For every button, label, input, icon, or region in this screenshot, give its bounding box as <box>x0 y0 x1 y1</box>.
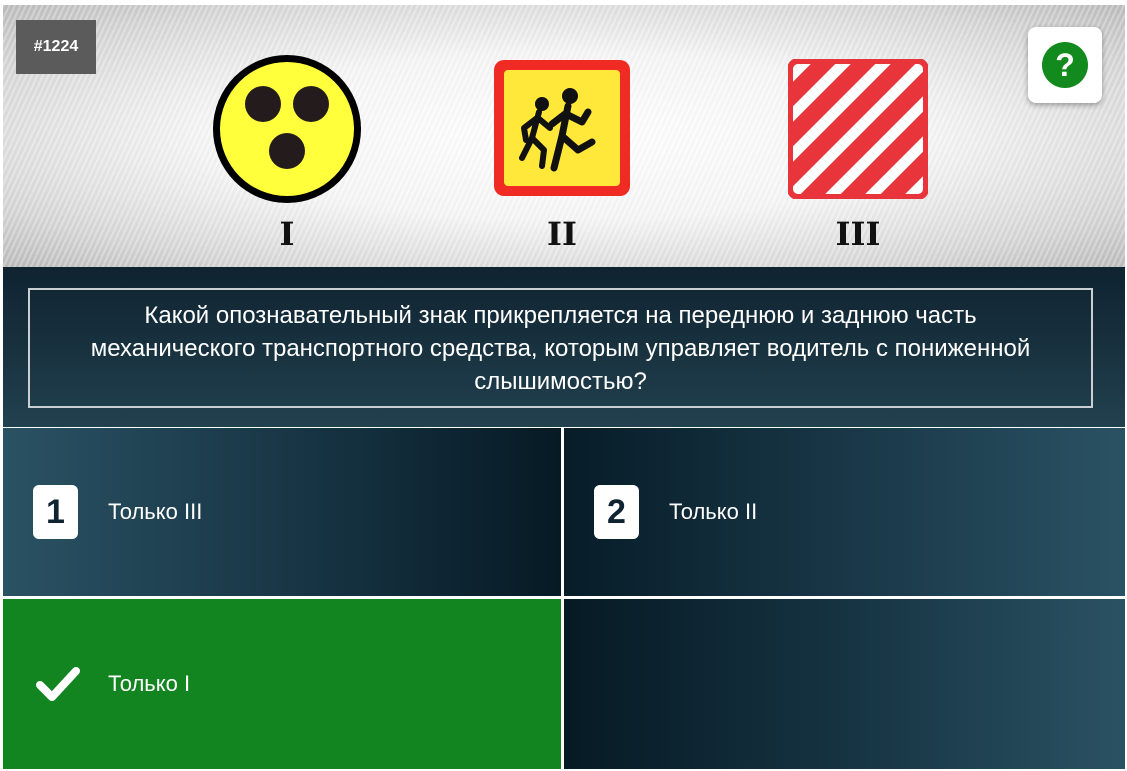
deaf-driver-sign-icon <box>213 55 361 203</box>
answer-option-1[interactable]: 1 Только III <box>3 428 561 596</box>
sign-label-1: I <box>279 215 295 253</box>
question-mark-icon: ? <box>1042 42 1088 88</box>
answer-label: Только III <box>108 499 203 524</box>
answer-option-2[interactable]: 2 Только II <box>564 428 1125 596</box>
answer-number-badge: 2 <box>594 485 639 539</box>
answer-label: Только II <box>669 499 758 524</box>
checkmark-icon <box>36 667 80 701</box>
oversized-cargo-sign-icon <box>788 59 928 199</box>
question-id-badge: #1224 <box>16 20 96 74</box>
children-transport-sign-icon <box>494 60 630 196</box>
sign-label-3: III <box>835 215 881 253</box>
answer-option-empty <box>564 599 1125 769</box>
answer-label: Только I <box>108 671 191 696</box>
answer-number-badge: 1 <box>33 485 78 539</box>
question-text: Какой опознавательный знак прикрепляется… <box>28 288 1093 408</box>
help-button[interactable]: ? <box>1028 27 1102 103</box>
question-panel: Какой опознавательный знак прикрепляется… <box>3 267 1125 427</box>
quiz-frame: #1224 I II III ? Какой опознавательный з… <box>3 5 1125 769</box>
sign-label-2: II <box>547 215 577 253</box>
answer-option-correct[interactable]: Только I <box>3 599 561 769</box>
question-image: #1224 I II III ? <box>3 5 1125 267</box>
